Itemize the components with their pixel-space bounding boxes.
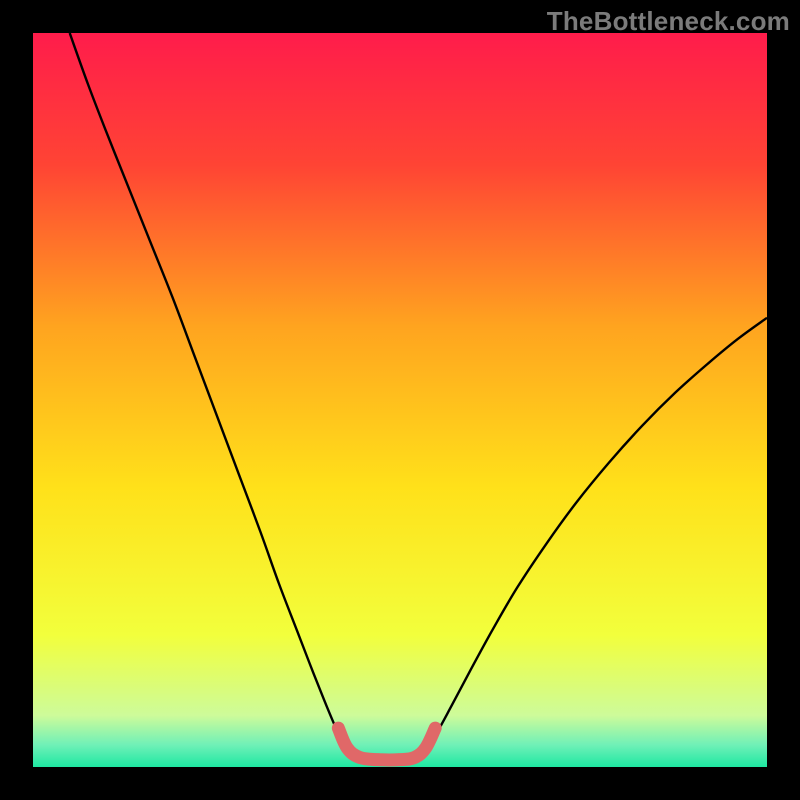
gradient-background [33,33,767,767]
watermark-text: TheBottleneck.com [547,6,790,37]
chart-svg [33,33,767,767]
chart-frame: TheBottleneck.com [0,0,800,800]
plot-area [33,33,767,767]
